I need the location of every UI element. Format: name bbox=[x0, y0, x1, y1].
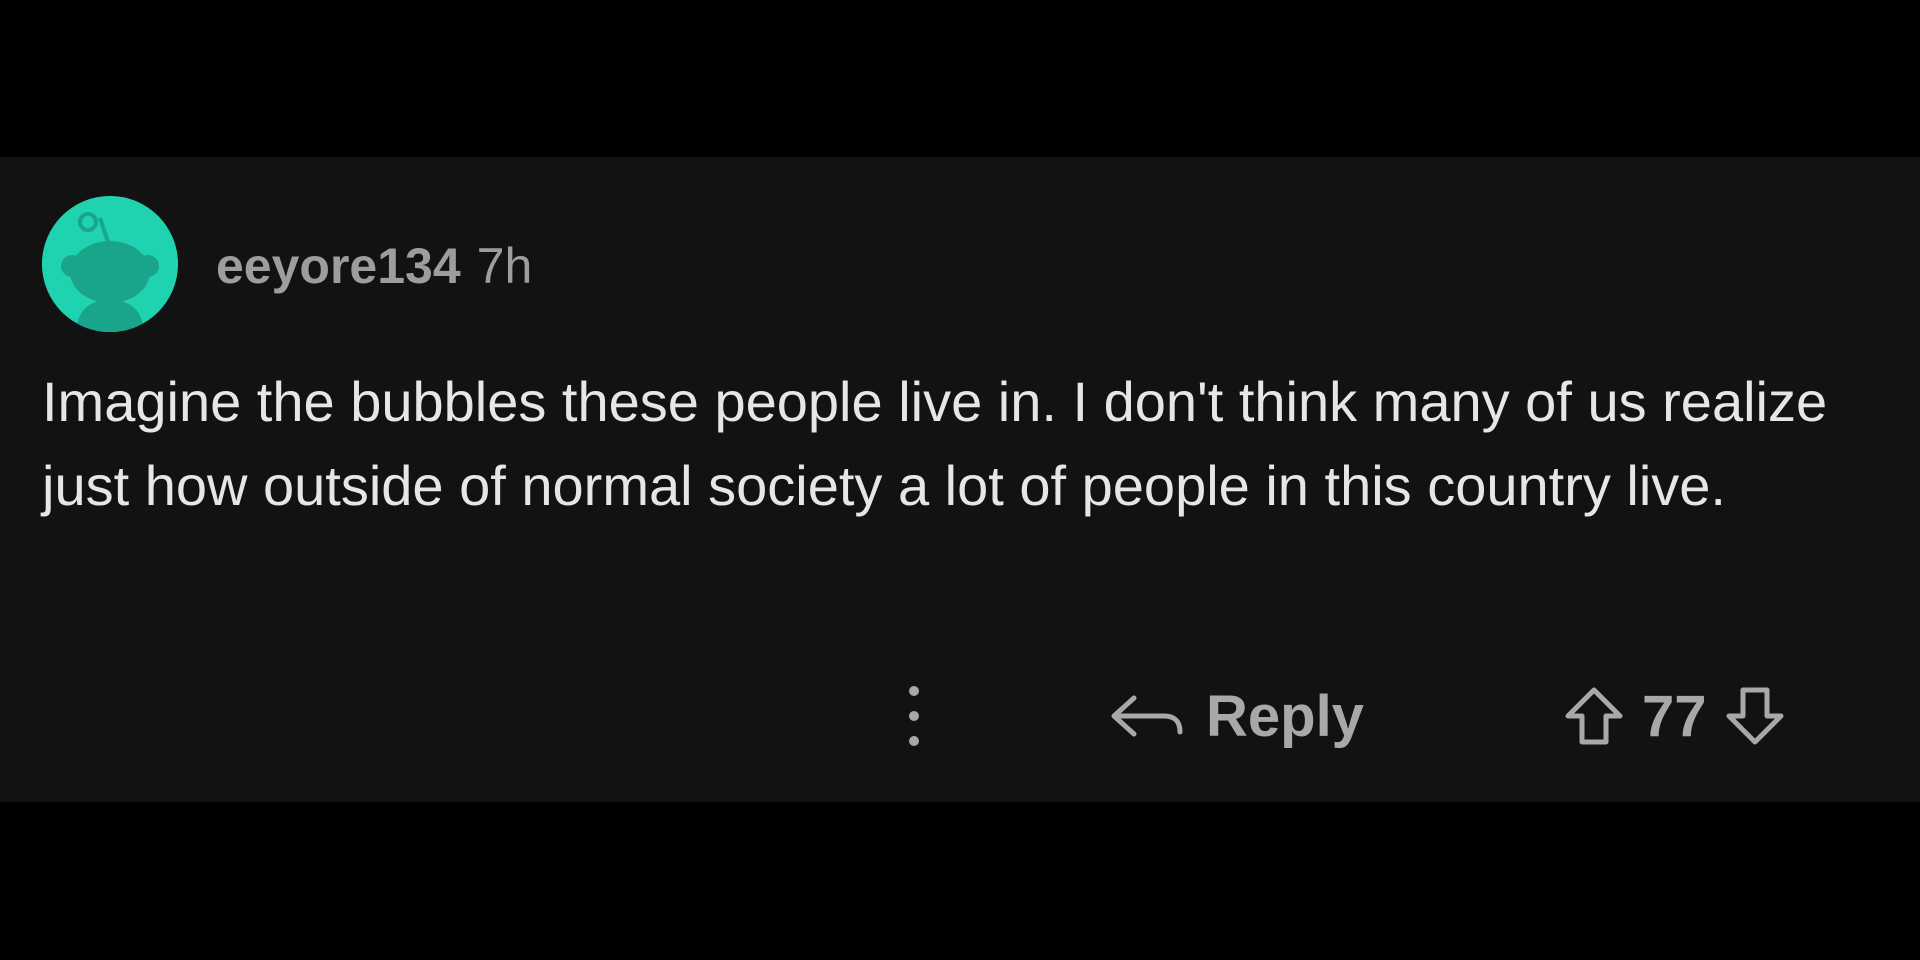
more-options-button[interactable] bbox=[896, 680, 932, 752]
vote-group: 77 bbox=[1562, 676, 1787, 756]
timestamp: 7h bbox=[476, 238, 533, 294]
comment-body: Imagine the bubbles these people live in… bbox=[42, 370, 1828, 517]
snoo-avatar-icon bbox=[42, 196, 178, 332]
avatar[interactable] bbox=[42, 196, 178, 332]
more-vertical-icon bbox=[909, 686, 919, 696]
reply-arrow-icon bbox=[1111, 695, 1183, 737]
more-vertical-icon-dot bbox=[909, 736, 919, 746]
reply-button[interactable]: Reply bbox=[1108, 676, 1364, 756]
vote-score: 77 bbox=[1642, 683, 1707, 749]
page: eeyore134 7h Imagine the bubbles these p… bbox=[0, 0, 1920, 960]
upvote-arrow-icon[interactable] bbox=[1562, 684, 1626, 748]
username[interactable]: eeyore134 bbox=[216, 237, 461, 295]
more-vertical-icon-dot bbox=[909, 711, 919, 721]
reply-label: Reply bbox=[1206, 683, 1364, 749]
downvote-arrow-icon[interactable] bbox=[1723, 684, 1787, 748]
comment-meta: eeyore134 7h bbox=[216, 236, 532, 296]
